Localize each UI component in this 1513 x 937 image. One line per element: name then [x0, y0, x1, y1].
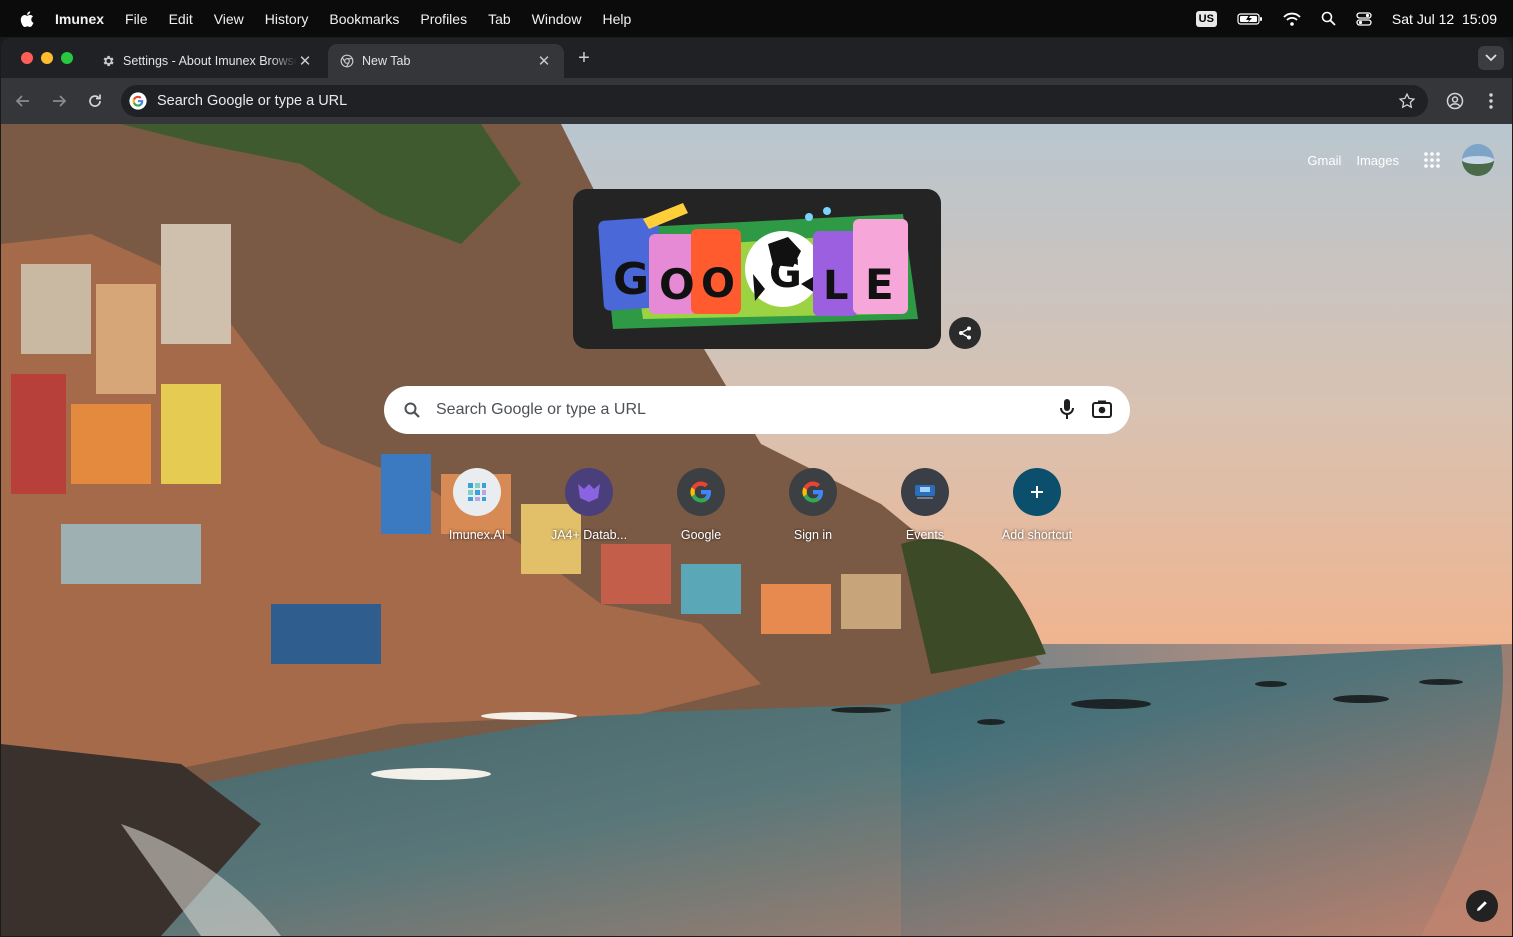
- close-tab-icon[interactable]: ✕: [297, 52, 313, 70]
- search-placeholder: Search Google or type a URL: [436, 401, 646, 418]
- images-link[interactable]: Images: [1356, 153, 1399, 168]
- new-tab-page: Gmail Images G O O G L E Search Google o…: [1, 124, 1512, 936]
- menu-view[interactable]: View: [214, 11, 244, 27]
- doodle-letter-l: L: [823, 263, 849, 309]
- bookmark-star-icon[interactable]: [1398, 92, 1416, 110]
- doodle-letter-e: E: [865, 260, 894, 309]
- google-icon: [690, 481, 711, 503]
- tab-new-tab[interactable]: New Tab ✕: [328, 44, 564, 78]
- menubar-status-area: US Sat Jul 12 15:09: [1176, 0, 1497, 37]
- menu-help[interactable]: Help: [602, 11, 631, 27]
- imunex-icon: [468, 483, 486, 501]
- tab-search-button[interactable]: [1478, 46, 1504, 70]
- doodle-letter-o: O: [659, 260, 695, 309]
- chevron-down-icon: [1485, 54, 1497, 62]
- browser-window: Settings - About Imunex Browser ✕ New Ta…: [1, 38, 1512, 936]
- minimize-window-button[interactable]: [41, 52, 53, 64]
- zoom-window-button[interactable]: [61, 52, 73, 64]
- spotlight-search-icon[interactable]: [1321, 11, 1336, 26]
- shortcut-label: Google: [680, 528, 722, 542]
- address-bar-text: Search Google or type a URL: [157, 93, 348, 109]
- doodle-letter-g2: G: [769, 251, 802, 297]
- chrome-icon: [340, 54, 354, 68]
- events-icon: [915, 485, 935, 499]
- customize-chrome-button[interactable]: [1466, 890, 1498, 922]
- shortcut-label: Sign in: [793, 528, 833, 542]
- shortcut-label: Events: [905, 528, 945, 542]
- tab-strip: Settings - About Imunex Browser ✕ New Ta…: [1, 38, 1512, 78]
- image-search-camera-icon[interactable]: [1092, 400, 1112, 418]
- address-bar[interactable]: Search Google or type a URL: [121, 85, 1428, 117]
- menu-edit[interactable]: Edit: [169, 11, 193, 27]
- menu-bookmarks[interactable]: Bookmarks: [329, 11, 399, 27]
- google-apps-grid-icon[interactable]: [1424, 152, 1440, 168]
- google-doodle[interactable]: G O O G L E: [573, 189, 941, 349]
- close-tab-icon[interactable]: ✕: [536, 52, 552, 70]
- account-circle-icon: [1446, 92, 1464, 110]
- shortcut-label: JA4+ Datab...: [550, 528, 628, 542]
- new-tab-button[interactable]: +: [573, 47, 595, 69]
- input-source-badge[interactable]: US: [1195, 10, 1217, 27]
- search-icon: [404, 402, 420, 418]
- ja4-icon: [578, 484, 600, 502]
- doodle-letter-g: G: [613, 254, 649, 305]
- reload-button[interactable]: [83, 89, 107, 113]
- tab-settings[interactable]: Settings - About Imunex Browser ✕: [89, 44, 325, 78]
- arrow-right-icon: [53, 95, 67, 107]
- shortcut-label: Add shortcut: [1001, 528, 1073, 542]
- shortcut-events[interactable]: Events: [869, 468, 981, 542]
- shortcut-imunex-ai[interactable]: Imunex.AI: [421, 468, 533, 542]
- gmail-link[interactable]: Gmail: [1307, 153, 1341, 168]
- google-icon: [802, 481, 823, 503]
- doodle-letter-o2: O: [701, 261, 735, 307]
- shortcut-ja4-database[interactable]: JA4+ Datab...: [533, 468, 645, 542]
- shortcut-sign-in[interactable]: Sign in: [757, 468, 869, 542]
- menu-history[interactable]: History: [265, 11, 309, 27]
- shortcut-label: Imunex.AI: [448, 528, 506, 542]
- apple-logo-icon[interactable]: [19, 10, 37, 28]
- profile-button[interactable]: [1443, 89, 1467, 113]
- browser-menu-button[interactable]: [1479, 89, 1503, 113]
- account-avatar[interactable]: [1462, 144, 1494, 176]
- macos-menu-bar: Imunex File Edit View History Bookmarks …: [0, 0, 1513, 37]
- arrow-left-icon: [15, 95, 29, 107]
- menu-app-name[interactable]: Imunex: [55, 11, 104, 27]
- forward-button[interactable]: [47, 89, 71, 113]
- back-button[interactable]: [11, 89, 35, 113]
- shortcut-google[interactable]: Google: [645, 468, 757, 542]
- menubar-clock[interactable]: Sat Jul 12 15:09: [1392, 11, 1497, 27]
- browser-toolbar: Search Google or type a URL: [1, 78, 1512, 124]
- close-window-button[interactable]: [21, 52, 33, 64]
- battery-icon[interactable]: [1237, 12, 1263, 26]
- menu-file[interactable]: File: [125, 11, 148, 27]
- menu-tab[interactable]: Tab: [488, 11, 511, 27]
- gear-icon: [103, 55, 114, 67]
- google-g-icon: [129, 92, 147, 110]
- menu-profiles[interactable]: Profiles: [420, 11, 467, 27]
- ntp-top-links: Gmail Images: [1307, 144, 1494, 176]
- menu-window[interactable]: Window: [532, 11, 582, 27]
- pencil-icon: [1477, 901, 1487, 911]
- more-vertical-icon: [1489, 93, 1493, 109]
- shortcuts-grid: Imunex.AI JA4+ Datab... Google Sign in E…: [421, 468, 1093, 542]
- control-center-icon[interactable]: [1356, 11, 1372, 26]
- reload-icon: [89, 94, 101, 107]
- tab-title: New Tab: [362, 54, 411, 68]
- tab-title: Settings - About Imunex Browser: [123, 54, 297, 68]
- plus-icon: [1031, 486, 1043, 498]
- wifi-icon[interactable]: [1283, 12, 1301, 26]
- doodle-share-button[interactable]: [949, 317, 981, 349]
- share-icon: [959, 326, 971, 340]
- add-shortcut-button[interactable]: Add shortcut: [981, 468, 1093, 542]
- voice-search-mic-icon[interactable]: [1060, 399, 1074, 420]
- ntp-search-box[interactable]: Search Google or type a URL: [384, 386, 1130, 434]
